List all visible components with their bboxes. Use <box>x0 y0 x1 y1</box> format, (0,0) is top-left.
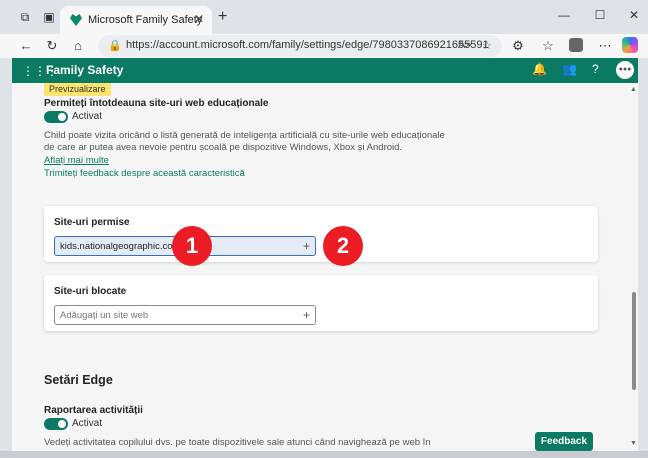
browser-toolbar: ← ↻ ⌂ 🔒 https://account.microsoft.com/fa… <box>0 34 648 58</box>
window-bottom-edge <box>0 451 648 458</box>
activity-reporting-description: Vedeți activitatea copilului dvs. pe toa… <box>44 437 431 448</box>
callout-1: 1 <box>172 226 212 266</box>
favorites-icon[interactable]: ☆ <box>540 38 556 54</box>
blocked-site-input-placeholder: Adăugați un site web <box>60 310 149 321</box>
edu-sites-toggle[interactable] <box>44 111 68 123</box>
feature-feedback-link[interactable]: Trimiteți feedback despre această caract… <box>44 168 245 179</box>
maximize-icon[interactable]: ☐ <box>592 8 608 22</box>
new-tab-icon[interactable]: + <box>218 9 227 25</box>
tab-actions-icon[interactable]: ▣ <box>42 10 56 24</box>
learn-more-link[interactable]: Aflați mai multe <box>44 155 109 166</box>
profile-icon[interactable] <box>569 38 583 52</box>
address-bar[interactable]: 🔒 https://account.microsoft.com/family/s… <box>98 35 502 57</box>
activity-reporting-toggle-label: Activat <box>72 418 103 429</box>
app-title[interactable]: Family Safety <box>46 63 123 77</box>
scroll-down-arrow-icon[interactable]: ▼ <box>630 440 637 447</box>
minimize-icon[interactable]: — <box>556 8 572 22</box>
lock-icon[interactable]: 🔒 <box>108 39 122 52</box>
family-safety-favicon-icon <box>70 14 82 26</box>
activity-reporting-title: Raportarea activității <box>44 405 143 416</box>
url-text[interactable]: https://account.microsoft.com/family/set… <box>126 39 489 51</box>
close-window-icon[interactable]: ✕ <box>626 8 642 22</box>
extensions-icon[interactable]: ⚙ <box>510 38 526 54</box>
refresh-icon[interactable]: ↻ <box>44 38 60 54</box>
edu-sites-title: Permiteți întotdeauna site-uri web educa… <box>44 98 269 109</box>
scrollbar-track[interactable] <box>630 83 638 451</box>
blocked-sites-card: Site-uri blocate Adăugați un site web + <box>44 275 598 331</box>
help-icon[interactable]: ? <box>592 62 599 76</box>
add-blocked-site-icon[interactable]: + <box>303 308 310 322</box>
callout-2: 2 <box>323 226 363 266</box>
blocked-site-input[interactable]: Adăugați un site web + <box>54 305 316 325</box>
blocked-sites-title: Site-uri blocate <box>54 286 127 297</box>
workspaces-icon[interactable]: ⧉ <box>18 10 32 24</box>
activity-reporting-toggle[interactable] <box>44 418 68 430</box>
allowed-sites-title: Site-uri permise <box>54 217 130 228</box>
feedback-button[interactable]: Feedback <box>535 432 593 451</box>
notifications-bell-icon[interactable]: 🔔 <box>532 62 547 76</box>
tab-family-safety[interactable]: Microsoft Family Safety ✕ <box>60 6 212 34</box>
family-safety-header: ⋮⋮⋮ Family Safety 🔔 👥 ? ●●● <box>12 58 638 83</box>
scrollbar-thumb[interactable] <box>632 292 636 390</box>
settings-content: Previzualizare Permiteți întotdeauna sit… <box>12 83 638 451</box>
edge-settings-title: Setări Edge <box>44 373 113 387</box>
avatar[interactable]: ●●● <box>616 61 634 79</box>
tab-title: Microsoft Family Safety <box>88 14 203 26</box>
copilot-icon[interactable] <box>622 37 638 53</box>
edu-sites-description-line1: Child poate vizita oricând o listă gener… <box>44 130 445 141</box>
home-icon[interactable]: ⌂ <box>70 38 86 54</box>
back-icon[interactable]: ← <box>18 38 34 54</box>
allowed-sites-card: Site-uri permise kids.nationalgeographic… <box>44 206 598 262</box>
tab-close-icon[interactable]: ✕ <box>194 12 204 26</box>
allowed-site-input-value: kids.nationalgeographic.com <box>60 241 181 252</box>
family-group-icon[interactable]: 👥 <box>562 62 577 76</box>
preview-badge: Previzualizare <box>44 83 111 96</box>
menu-dots-icon[interactable]: ⋯ <box>597 38 613 54</box>
favorite-star-icon[interactable]: ☆ <box>482 39 492 52</box>
scroll-up-arrow-icon[interactable]: ▲ <box>630 86 637 93</box>
add-allowed-site-icon[interactable]: + <box>303 239 310 253</box>
tab-strip: ⧉ ▣ Microsoft Family Safety ✕ + — ☐ ✕ <box>0 0 648 34</box>
edu-sites-description-line2: de care ar putea avea nevoie pentru școa… <box>44 142 403 153</box>
read-aloud-icon[interactable]: A» <box>458 39 471 51</box>
edu-sites-toggle-label: Activat <box>72 111 103 122</box>
